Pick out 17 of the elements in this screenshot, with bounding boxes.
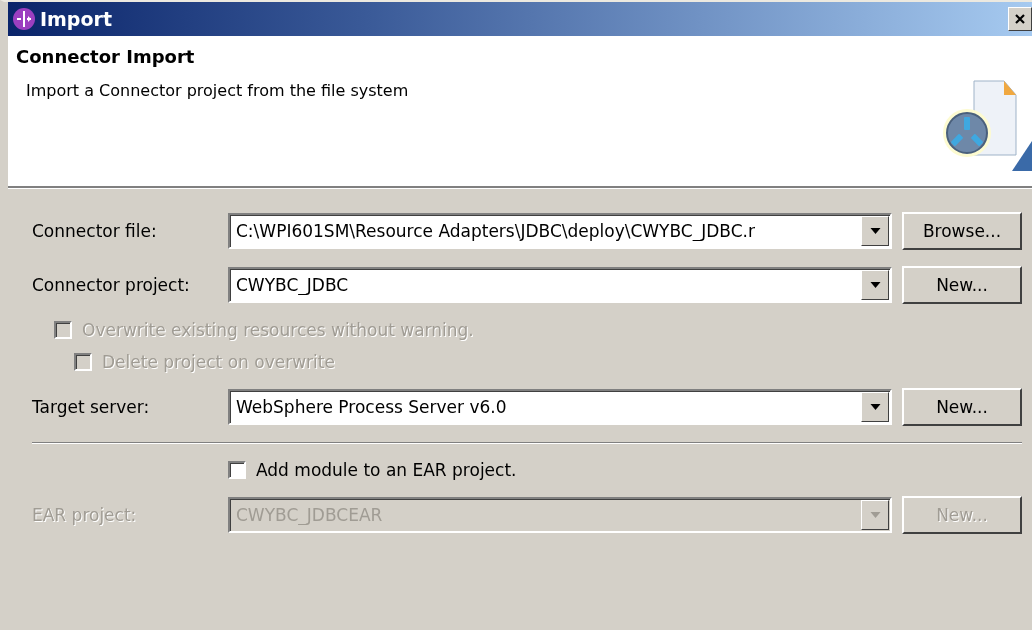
field-label: Connector project: bbox=[32, 275, 191, 295]
dropdown-field[interactable]: C:\WPI601SM\Resource Adapters\JDBC\deploy\CWYBC_JDBC.r bbox=[228, 213, 892, 249]
page-description: Import a Connector project from the file system bbox=[25, 81, 409, 100]
checkbox[interactable] bbox=[228, 461, 246, 479]
close-icon bbox=[1014, 13, 1026, 25]
dropdown-field[interactable]: CWYBC_JDBC bbox=[228, 267, 892, 303]
page-title: Connector Import bbox=[16, 46, 196, 67]
action-button[interactable]: New... bbox=[902, 388, 1022, 426]
field-label: Connector file: bbox=[32, 221, 158, 241]
window-title: Import bbox=[40, 8, 113, 30]
field-label: Target server: bbox=[32, 397, 151, 417]
app-icon bbox=[12, 7, 36, 31]
action-button[interactable]: New... bbox=[902, 266, 1022, 304]
checkbox-label: Add module to an EAR project. bbox=[256, 460, 517, 480]
action-button[interactable]: Browse... bbox=[902, 212, 1022, 250]
dropdown-field[interactable]: WebSphere Process Server v6.0 bbox=[228, 389, 892, 425]
close-button[interactable] bbox=[1008, 7, 1032, 31]
